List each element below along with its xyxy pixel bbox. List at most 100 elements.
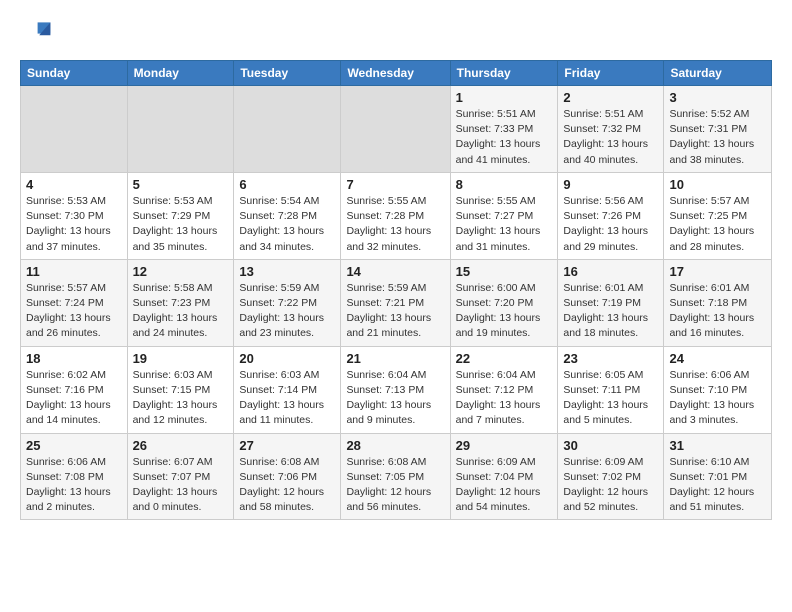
day-cell: 18 Sunrise: 6:02 AMSunset: 7:16 PMDayligh… — [21, 346, 128, 433]
day-number: 5 — [133, 177, 229, 192]
day-info: Sunrise: 5:57 AMSunset: 7:24 PMDaylight:… — [26, 282, 111, 340]
header-cell-saturday: Saturday — [664, 61, 772, 86]
day-info: Sunrise: 5:52 AMSunset: 7:31 PMDaylight:… — [669, 108, 754, 166]
logo — [20, 16, 56, 48]
day-cell: 31Sunrise: 6:10 AMSunset: 7:01 PMDayligh… — [664, 433, 772, 520]
day-number: 3 — [669, 90, 766, 105]
day-number: 25 — [26, 438, 122, 453]
day-number: 4 — [26, 177, 122, 192]
day-number: 21 — [346, 351, 444, 366]
day-cell: 22 Sunrise: 6:04 AMSunset: 7:12 PMDayligh… — [450, 346, 558, 433]
day-number: 28 — [346, 438, 444, 453]
day-number: 15 — [456, 264, 553, 279]
day-info: Sunrise: 6:08 AMSunset: 7:05 PMDaylight:… — [346, 456, 431, 514]
day-cell: 25 Sunrise: 6:06 AMSunset: 7:08 PMDayligh… — [21, 433, 128, 520]
day-info: Sunrise: 5:54 AMSunset: 7:28 PMDaylight:… — [239, 195, 324, 253]
day-cell: 24Sunrise: 6:06 AMSunset: 7:10 PMDayligh… — [664, 346, 772, 433]
day-number: 18 — [26, 351, 122, 366]
day-number: 2 — [563, 90, 658, 105]
header-cell-thursday: Thursday — [450, 61, 558, 86]
day-info: Sunrise: 6:02 AMSunset: 7:16 PMDaylight:… — [26, 369, 111, 427]
day-info: Sunrise: 5:58 AMSunset: 7:23 PMDaylight:… — [133, 282, 218, 340]
day-cell: 27Sunrise: 6:08 AMSunset: 7:06 PMDayligh… — [234, 433, 341, 520]
day-number: 11 — [26, 264, 122, 279]
day-number: 12 — [133, 264, 229, 279]
day-number: 29 — [456, 438, 553, 453]
day-cell: 19 Sunrise: 6:03 AMSunset: 7:15 PMDayligh… — [127, 346, 234, 433]
day-cell: 16 Sunrise: 6:01 AMSunset: 7:19 PMDayligh… — [558, 259, 664, 346]
header-row: SundayMondayTuesdayWednesdayThursdayFrid… — [21, 61, 772, 86]
day-info: Sunrise: 6:03 AMSunset: 7:15 PMDaylight:… — [133, 369, 218, 427]
day-cell: 26 Sunrise: 6:07 AMSunset: 7:07 PMDayligh… — [127, 433, 234, 520]
day-number: 30 — [563, 438, 658, 453]
day-number: 7 — [346, 177, 444, 192]
day-cell: 20Sunrise: 6:03 AMSunset: 7:14 PMDayligh… — [234, 346, 341, 433]
day-cell: 21 Sunrise: 6:04 AMSunset: 7:13 PMDayligh… — [341, 346, 450, 433]
week-row-4: 18 Sunrise: 6:02 AMSunset: 7:16 PMDayligh… — [21, 346, 772, 433]
day-number: 17 — [669, 264, 766, 279]
day-number: 22 — [456, 351, 553, 366]
day-info: Sunrise: 6:06 AMSunset: 7:08 PMDaylight:… — [26, 456, 111, 514]
day-cell: 29Sunrise: 6:09 AMSunset: 7:04 PMDayligh… — [450, 433, 558, 520]
day-number: 23 — [563, 351, 658, 366]
day-cell: 5Sunrise: 5:53 AMSunset: 7:29 PMDaylight… — [127, 172, 234, 259]
day-number: 27 — [239, 438, 335, 453]
day-cell: 12 Sunrise: 5:58 AMSunset: 7:23 PMDayligh… — [127, 259, 234, 346]
header-cell-monday: Monday — [127, 61, 234, 86]
day-cell: 17 Sunrise: 6:01 AMSunset: 7:18 PMDayligh… — [664, 259, 772, 346]
day-cell: 9 Sunrise: 5:56 AMSunset: 7:26 PMDaylight… — [558, 172, 664, 259]
day-number: 20 — [239, 351, 335, 366]
day-info: Sunrise: 5:55 AMSunset: 7:28 PMDaylight:… — [346, 195, 431, 253]
day-number: 10 — [669, 177, 766, 192]
day-info: Sunrise: 6:09 AMSunset: 7:02 PMDaylight:… — [563, 456, 648, 514]
day-info: Sunrise: 6:00 AMSunset: 7:20 PMDaylight:… — [456, 282, 541, 340]
day-cell: 15 Sunrise: 6:00 AMSunset: 7:20 PMDayligh… — [450, 259, 558, 346]
day-cell: 30 Sunrise: 6:09 AMSunset: 7:02 PMDayligh… — [558, 433, 664, 520]
day-info: Sunrise: 5:55 AMSunset: 7:27 PMDaylight:… — [456, 195, 541, 253]
day-cell — [127, 86, 234, 173]
day-info: Sunrise: 5:59 AMSunset: 7:21 PMDaylight:… — [346, 282, 431, 340]
day-number: 31 — [669, 438, 766, 453]
day-number: 1 — [456, 90, 553, 105]
day-cell: 10 Sunrise: 5:57 AMSunset: 7:25 PMDayligh… — [664, 172, 772, 259]
header-cell-friday: Friday — [558, 61, 664, 86]
day-cell: 4 Sunrise: 5:53 AMSunset: 7:30 PMDaylight… — [21, 172, 128, 259]
day-cell: 6 Sunrise: 5:54 AMSunset: 7:28 PMDaylight… — [234, 172, 341, 259]
day-cell: 2 Sunrise: 5:51 AMSunset: 7:32 PMDaylight… — [558, 86, 664, 173]
header-cell-tuesday: Tuesday — [234, 61, 341, 86]
day-info: Sunrise: 6:05 AMSunset: 7:11 PMDaylight:… — [563, 369, 648, 427]
day-number: 9 — [563, 177, 658, 192]
week-row-3: 11 Sunrise: 5:57 AMSunset: 7:24 PMDayligh… — [21, 259, 772, 346]
day-number: 16 — [563, 264, 658, 279]
day-cell — [234, 86, 341, 173]
day-info: Sunrise: 5:56 AMSunset: 7:26 PMDaylight:… — [563, 195, 648, 253]
day-number: 19 — [133, 351, 229, 366]
day-number: 6 — [239, 177, 335, 192]
day-info: Sunrise: 6:01 AMSunset: 7:18 PMDaylight:… — [669, 282, 754, 340]
day-cell: 3 Sunrise: 5:52 AMSunset: 7:31 PMDaylight… — [664, 86, 772, 173]
week-row-1: 1 Sunrise: 5:51 AMSunset: 7:33 PMDaylight… — [21, 86, 772, 173]
day-number: 8 — [456, 177, 553, 192]
day-number: 26 — [133, 438, 229, 453]
day-info: Sunrise: 5:51 AMSunset: 7:33 PMDaylight:… — [456, 108, 541, 166]
day-cell: 28 Sunrise: 6:08 AMSunset: 7:05 PMDayligh… — [341, 433, 450, 520]
day-info: Sunrise: 6:04 AMSunset: 7:12 PMDaylight:… — [456, 369, 541, 427]
logo-icon — [20, 16, 52, 48]
day-number: 13 — [239, 264, 335, 279]
day-info: Sunrise: 6:07 AMSunset: 7:07 PMDaylight:… — [133, 456, 218, 514]
day-info: Sunrise: 6:06 AMSunset: 7:10 PMDaylight:… — [669, 369, 754, 427]
day-info: Sunrise: 5:51 AMSunset: 7:32 PMDaylight:… — [563, 108, 648, 166]
day-cell: 23 Sunrise: 6:05 AMSunset: 7:11 PMDayligh… — [558, 346, 664, 433]
day-cell: 11 Sunrise: 5:57 AMSunset: 7:24 PMDayligh… — [21, 259, 128, 346]
day-info: Sunrise: 6:04 AMSunset: 7:13 PMDaylight:… — [346, 369, 431, 427]
day-number: 14 — [346, 264, 444, 279]
day-info: Sunrise: 5:53 AMSunset: 7:30 PMDaylight:… — [26, 195, 111, 253]
day-info: Sunrise: 6:01 AMSunset: 7:19 PMDaylight:… — [563, 282, 648, 340]
week-row-2: 4 Sunrise: 5:53 AMSunset: 7:30 PMDaylight… — [21, 172, 772, 259]
header — [20, 16, 772, 48]
day-info: Sunrise: 5:57 AMSunset: 7:25 PMDaylight:… — [669, 195, 754, 253]
day-cell: 13Sunrise: 5:59 AMSunset: 7:22 PMDayligh… — [234, 259, 341, 346]
week-row-5: 25 Sunrise: 6:06 AMSunset: 7:08 PMDayligh… — [21, 433, 772, 520]
header-cell-wednesday: Wednesday — [341, 61, 450, 86]
day-cell — [341, 86, 450, 173]
